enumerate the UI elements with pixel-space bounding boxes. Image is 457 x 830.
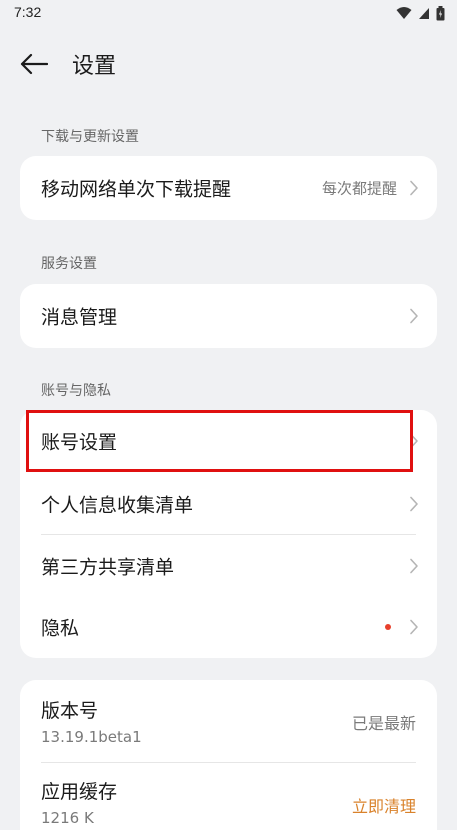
section-label-download: 下载与更新设置 [41, 129, 139, 145]
row-version[interactable]: 版本号 13.19.1beta1 已是最新 [20, 680, 437, 763]
notification-dot [385, 624, 391, 630]
page-title: 设置 [72, 54, 117, 79]
row-app-cache: 应用缓存 1216 K 立即清理 [20, 763, 437, 830]
chevron-right-icon [410, 496, 418, 511]
card-about: 版本号 13.19.1beta1 已是最新 应用缓存 1216 K 立即清理 [20, 680, 437, 830]
chevron-right-icon [410, 308, 418, 324]
back-arrow-icon [20, 53, 48, 75]
card-account: 账号设置 个人信息收集清单 第三方共享清单 隐私 [20, 410, 437, 658]
signal-icon [419, 8, 429, 19]
row-label: 第三方共享清单 [41, 556, 175, 578]
clear-cache-button[interactable]: 立即清理 [352, 793, 416, 817]
battery-icon [436, 5, 445, 20]
version-value: 13.19.1beta1 [41, 728, 142, 746]
card-download: 移动网络单次下载提醒 每次都提醒 [20, 156, 437, 220]
row-value: 每次都提醒 [321, 179, 397, 198]
section-label-service: 服务设置 [41, 256, 97, 272]
row-label: 移动网络单次下载提醒 [41, 178, 232, 201]
status-bar: 7:32 [0, 0, 457, 26]
chevron-right-icon [410, 433, 418, 449]
row-label: 账号设置 [41, 431, 118, 454]
header: 设置 [0, 38, 457, 88]
row-personal-info-list[interactable]: 个人信息收集清单 [20, 472, 437, 535]
card-service: 消息管理 [20, 284, 437, 348]
chevron-right-icon [410, 619, 418, 635]
status-icons [396, 5, 445, 21]
status-time: 7:32 [14, 4, 42, 20]
row-third-party-sharing-list[interactable]: 第三方共享清单 [20, 535, 437, 596]
row-label: 个人信息收集清单 [41, 494, 194, 516]
row-label: 消息管理 [41, 306, 118, 329]
version-status: 已是最新 [351, 714, 416, 733]
chevron-right-icon [410, 558, 418, 573]
row-privacy[interactable]: 隐私 [20, 596, 437, 658]
chevron-right-icon [410, 180, 418, 196]
row-mobile-download-reminder[interactable]: 移动网络单次下载提醒 每次都提醒 [20, 156, 437, 220]
back-button[interactable] [14, 44, 54, 84]
wifi-icon [396, 7, 412, 19]
row-message-management[interactable]: 消息管理 [20, 284, 437, 348]
version-label: 版本号 [41, 700, 99, 722]
row-label: 隐私 [41, 617, 80, 640]
row-account-settings[interactable]: 账号设置 [20, 410, 437, 472]
section-label-account: 账号与隐私 [41, 383, 111, 399]
cache-label: 应用缓存 [41, 781, 118, 803]
